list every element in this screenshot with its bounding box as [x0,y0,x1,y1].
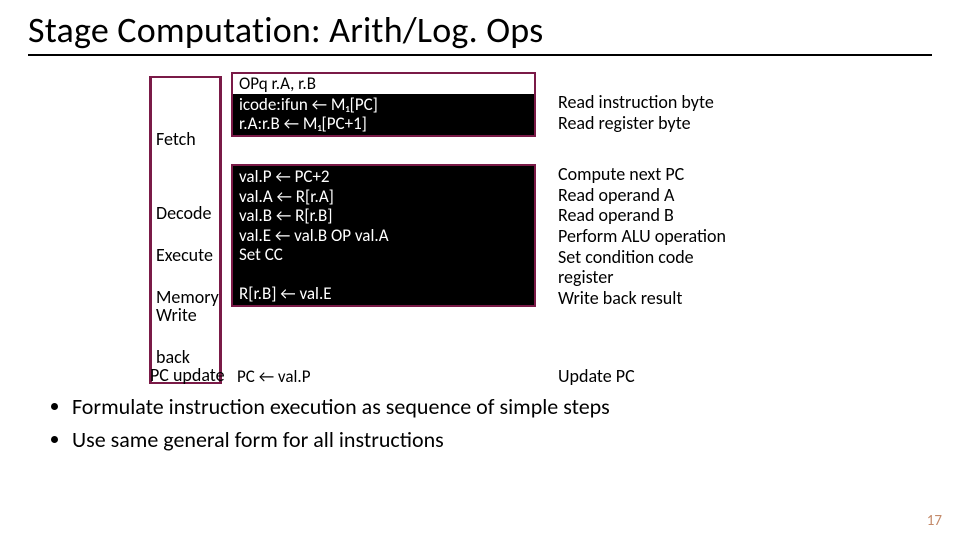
code-line: val.B ← R[r.B] [239,206,528,226]
slide: Stage Computation: Arith/Log. Ops Fetch … [0,0,960,540]
stage-fetch: Fetch [156,130,196,149]
bullet-item: Formulate instruction execution as seque… [72,394,922,419]
stage-write: Write [156,306,197,325]
code-line: icode:ifun ← M₁[PC] [239,95,528,115]
code-box-fetch: OPq r.A, r.B icode:ifun ← M₁[PC] r.A:r.B… [231,72,536,137]
stage-column-border [149,76,222,384]
desc-fetch: Read instruction byte Read register byte [558,92,918,133]
code-line [239,265,528,285]
code-line: val.E ← val.B OP val.A [239,226,528,246]
desc-update: Update PC [558,366,918,387]
bullets: Formulate instruction execution as seque… [54,394,922,453]
code-line: R[r.B] ← val.E [239,284,528,304]
code-box-main: val.P ← PC+2 val.A ← R[r.A] val.B ← R[r.… [231,164,536,307]
stage-decode: Decode [156,204,211,223]
desc-main: Compute next PC Read operand A Read oper… [558,164,918,309]
stage-pc-update: PC update [150,366,225,385]
slide-title: Stage Computation: Arith/Log. Ops [28,8,932,56]
code-line: val.A ← R[r.A] [239,187,528,207]
code-line: Set CC [239,245,528,265]
stage-execute: Execute [156,246,213,265]
bullet-item: Use same general form for all instructio… [72,427,922,452]
code-header: OPq r.A, r.B [233,74,534,95]
code-pc-update: PC ← val.P [231,366,536,387]
page-number: 17 [927,512,942,530]
code-line: r.A:r.B ← M₁[PC+1] [239,114,528,134]
code-line: val.P ← PC+2 [239,167,528,187]
stage-table: Fetch Decode Execute Memory Write back P… [34,64,914,384]
